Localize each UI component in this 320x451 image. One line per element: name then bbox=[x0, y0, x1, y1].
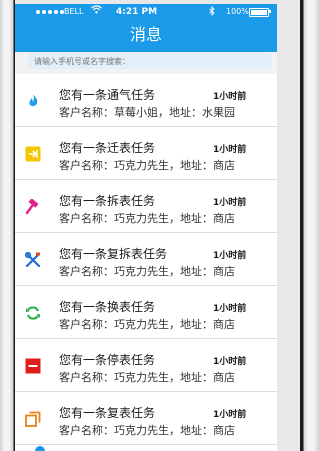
message-title: 您有一条复表任务 bbox=[59, 406, 156, 420]
stop-icon bbox=[25, 358, 41, 374]
hammer-icon bbox=[25, 198, 41, 215]
message-time: 1小时前 bbox=[213, 92, 247, 102]
battery-percent: 100% bbox=[226, 7, 249, 16]
page-title: 消息 bbox=[129, 25, 162, 44]
message-time: 1小时前 bbox=[213, 145, 247, 155]
list-item[interactable]: 您有一条复表任务 1小时前 客户名称：巧克力先生，地址：商店 bbox=[15, 392, 277, 445]
bluetooth-icon bbox=[209, 5, 215, 19]
list-item[interactable]: 您有一条复拆表任务 1小时前 客户名称：巧克力先生，地址：商店 bbox=[15, 233, 277, 286]
message-title: 您有一条停表任务 bbox=[59, 353, 156, 367]
list-item[interactable]: 您有一条拆表任务 1小时前 客户名称：巧克力先生，地址：商店 bbox=[15, 180, 277, 233]
phone-frame-right bbox=[300, 0, 320, 451]
battery-tip bbox=[269, 10, 271, 13]
tools-icon bbox=[24, 251, 41, 268]
message-subtitle: 客户名称：巧克力先生，地址：商店 bbox=[59, 318, 235, 331]
status-time: 4:21 PM bbox=[116, 7, 158, 17]
message-title: 您有一条换表任务 bbox=[59, 300, 156, 314]
message-subtitle: 客户名称：草莓小姐，地址：水果园 bbox=[59, 106, 235, 119]
list-item[interactable]: 您有一条停表任务 1小时前 客户名称：巧克力先生，地址：商店 bbox=[15, 339, 277, 392]
gas-flame-icon bbox=[25, 93, 41, 109]
message-time: 1小时前 bbox=[213, 198, 247, 208]
tab-bar-icon[interactable] bbox=[35, 446, 45, 451]
carrier-label: BELL bbox=[64, 7, 84, 16]
list-item[interactable]: 您有一条迁表任务 1小时前 客户名称：巧克力先生，地址：商店 bbox=[15, 127, 277, 180]
message-list: 您有一条通气任务 1小时前 客户名称：草莓小姐，地址：水果园 您有一条迁表任务 … bbox=[15, 74, 277, 445]
message-subtitle: 客户名称：巧克力先生，地址：商店 bbox=[59, 265, 235, 278]
status-bar: BELL 4:21 PM 100% bbox=[15, 4, 277, 20]
battery-icon bbox=[249, 8, 269, 17]
message-subtitle: 客户名称：巧克力先生，地址：商店 bbox=[59, 424, 235, 437]
message-time: 1小时前 bbox=[213, 357, 247, 367]
move-meter-icon bbox=[25, 146, 41, 162]
refresh-icon bbox=[25, 305, 41, 321]
search-input[interactable] bbox=[28, 53, 272, 69]
message-title: 您有一条复拆表任务 bbox=[59, 247, 168, 261]
message-title: 您有一条通气任务 bbox=[59, 88, 156, 102]
message-title: 您有一条拆表任务 bbox=[59, 194, 156, 208]
message-title: 您有一条迁表任务 bbox=[59, 141, 156, 155]
app-screen: BELL 4:21 PM 100% 消息 您有一条通气任务 1小时前 客户名称：… bbox=[15, 4, 277, 451]
header-bar: BELL 4:21 PM 100% 消息 bbox=[15, 4, 277, 52]
message-time: 1小时前 bbox=[213, 251, 247, 261]
wifi-icon bbox=[91, 5, 102, 17]
message-subtitle: 客户名称：巧克力先生，地址：商店 bbox=[59, 212, 235, 225]
message-time: 1小时前 bbox=[213, 304, 247, 314]
message-time: 1小时前 bbox=[213, 410, 247, 420]
list-item[interactable]: 您有一条换表任务 1小时前 客户名称：巧克力先生，地址：商店 bbox=[15, 286, 277, 339]
copy-icon bbox=[25, 411, 41, 427]
message-subtitle: 客户名称：巧克力先生，地址：商店 bbox=[59, 371, 235, 384]
list-item[interactable]: 您有一条通气任务 1小时前 客户名称：草莓小姐，地址：水果园 bbox=[15, 74, 277, 127]
message-subtitle: 客户名称：巧克力先生，地址：商店 bbox=[59, 159, 235, 172]
signal-icon bbox=[36, 10, 64, 14]
